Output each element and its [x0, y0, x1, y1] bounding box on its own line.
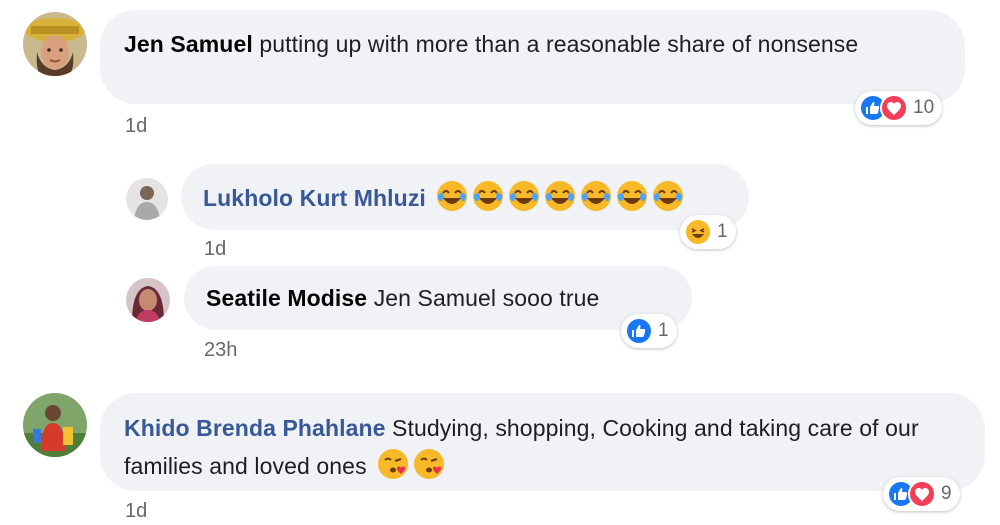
- comment-bubble: Khido Brenda Phahlane Studying, shopping…: [100, 393, 985, 491]
- avatar-lukholo[interactable]: [126, 178, 168, 220]
- reaction-summary[interactable]: 9: [883, 477, 960, 511]
- comment-author[interactable]: Jen Samuel: [124, 31, 253, 57]
- laugh-cry-emoji: [508, 180, 540, 212]
- comment-timestamp[interactable]: 1d: [125, 500, 147, 523]
- angry-icon: [880, 94, 908, 122]
- like-icon: [625, 317, 653, 345]
- comment-author[interactable]: Khido Brenda Phahlane: [124, 415, 386, 441]
- reply-bubble: Lukholo Kurt Mhluzi: [181, 164, 749, 230]
- haha-icon: [684, 218, 712, 246]
- laugh-cry-emoji: [580, 180, 612, 212]
- comment-timestamp[interactable]: 1d: [125, 115, 147, 138]
- laugh-cry-emoji: [472, 180, 504, 212]
- comment-bubble: Jen Samuel putting up with more than a r…: [100, 10, 965, 104]
- angry-icon: [908, 480, 936, 508]
- kissing-heart-emoji: [377, 448, 409, 480]
- laugh-cry-emoji: [436, 180, 468, 212]
- comment-text: putting up with more than a reasonable s…: [259, 31, 859, 57]
- reaction-count: 10: [913, 97, 935, 118]
- kissing-heart-emoji: [413, 448, 445, 480]
- laugh-cry-emoji: [616, 180, 648, 212]
- reply-author[interactable]: Lukholo Kurt Mhluzi: [203, 185, 426, 211]
- reply-bubble: Seatile Modise Jen Samuel sooo true: [184, 266, 692, 330]
- reply-timestamp[interactable]: 1d: [204, 238, 226, 261]
- avatar-seatile[interactable]: [126, 278, 170, 322]
- reaction-summary[interactable]: 10: [855, 91, 943, 125]
- reply-author[interactable]: Seatile Modise: [206, 285, 367, 311]
- laugh-cry-emoji: [652, 180, 684, 212]
- reply-timestamp[interactable]: 23h: [204, 339, 237, 362]
- reaction-count: 9: [941, 483, 952, 504]
- reaction-count: 1: [658, 320, 669, 341]
- reply-text: Jen Samuel sooo true: [373, 285, 600, 311]
- reaction-summary[interactable]: 1: [621, 314, 677, 348]
- laugh-cry-emoji: [544, 180, 576, 212]
- reaction-summary[interactable]: 1: [680, 215, 736, 249]
- avatar-jen-samuel[interactable]: [23, 12, 87, 76]
- reaction-count: 1: [717, 221, 728, 242]
- avatar-khido[interactable]: [23, 393, 87, 457]
